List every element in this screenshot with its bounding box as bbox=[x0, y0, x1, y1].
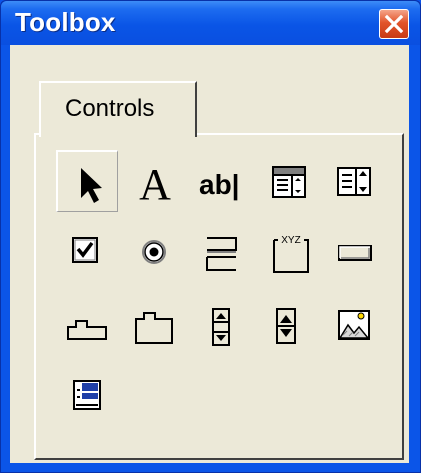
tool-checkbox[interactable] bbox=[56, 222, 118, 284]
close-icon bbox=[384, 14, 404, 34]
checkbox-icon bbox=[72, 237, 98, 263]
tool-label[interactable]: A bbox=[124, 150, 186, 212]
tool-pointer[interactable] bbox=[56, 150, 118, 212]
pointer-icon bbox=[81, 168, 102, 203]
tab-controls[interactable]: Controls bbox=[39, 81, 197, 137]
tool-image[interactable] bbox=[323, 295, 385, 357]
tool-listbox[interactable] bbox=[323, 150, 385, 212]
controls-panel: A ab| XYZ bbox=[34, 133, 404, 460]
scrollbar-icon bbox=[212, 308, 230, 346]
command-button-icon bbox=[338, 245, 372, 261]
spinbutton-icon bbox=[276, 308, 296, 344]
image-icon bbox=[338, 310, 370, 340]
refedit-icon bbox=[73, 380, 101, 410]
svg-text:XYZ: XYZ bbox=[281, 235, 300, 246]
tool-combobox[interactable] bbox=[258, 150, 320, 212]
tool-multipage[interactable] bbox=[124, 295, 186, 357]
tool-tabstrip[interactable] bbox=[56, 295, 118, 357]
tool-refedit[interactable] bbox=[56, 365, 118, 427]
tool-frame[interactable]: XYZ bbox=[258, 222, 320, 284]
svg-text:A: A bbox=[139, 160, 171, 209]
window-title: Toolbox bbox=[15, 7, 116, 37]
combobox-icon bbox=[272, 166, 306, 198]
tool-option-button[interactable] bbox=[124, 222, 186, 284]
tool-spinbutton[interactable] bbox=[258, 295, 320, 357]
toolbox-client-area: Controls A ab| XYZ bbox=[10, 45, 409, 463]
tab-controls-label: Controls bbox=[65, 95, 155, 122]
tool-command-button[interactable] bbox=[323, 222, 385, 284]
textbox-icon: ab| bbox=[199, 169, 240, 200]
multipage-icon bbox=[135, 312, 173, 344]
tool-toggle-button[interactable] bbox=[191, 222, 253, 284]
listbox-icon bbox=[337, 167, 371, 196]
tabstrip-icon bbox=[67, 320, 107, 340]
frame-icon: XYZ bbox=[273, 235, 309, 273]
tool-scrollbar[interactable] bbox=[191, 295, 253, 357]
close-button[interactable] bbox=[379, 9, 409, 39]
option-button-icon bbox=[142, 240, 166, 264]
toolbox-window: Toolbox Controls A ab| XYZ bbox=[0, 0, 421, 473]
label-icon: A bbox=[139, 160, 171, 209]
title-bar[interactable]: Toolbox bbox=[1, 1, 420, 45]
toggle-button-icon bbox=[206, 237, 237, 271]
svg-text:ab|: ab| bbox=[199, 169, 240, 200]
tool-textbox[interactable]: ab| bbox=[191, 150, 253, 212]
